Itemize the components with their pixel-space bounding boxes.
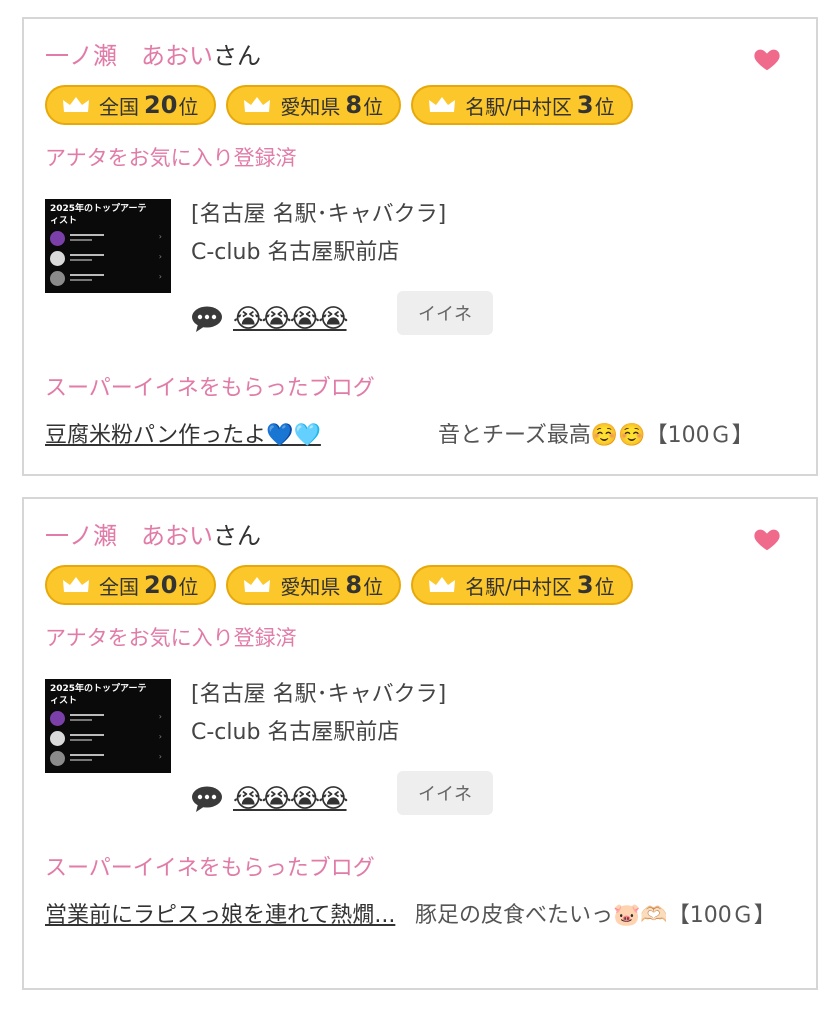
girl-card: 一ノ瀬 あおいさん 全国 20 位 愛知県 8 位 名駅/中村区 3 位 アナタ… xyxy=(22,497,818,990)
thumbnail-row: › xyxy=(50,731,166,747)
thumbnail-title: 2025年のトップアーティスト xyxy=(50,204,147,226)
girl-name-line: 一ノ瀬 あおいさん xyxy=(45,41,261,71)
thumbnail-row: › xyxy=(50,251,166,267)
rank-suffix: 位 xyxy=(594,574,615,599)
reaction-row: 😭😭😭😭 xyxy=(191,299,349,339)
girl-card: 一ノ瀬 あおいさん 全国 20 位 愛知県 8 位 名駅/中村区 3 位 アナタ… xyxy=(22,17,818,476)
reaction-emojis[interactable]: 😭😭😭😭 xyxy=(233,784,349,814)
girl-name-line: 一ノ瀬 あおいさん xyxy=(45,521,261,551)
ranking-badges: 全国 20 位 愛知県 8 位 名駅/中村区 3 位 xyxy=(45,565,633,605)
crown-icon xyxy=(63,577,89,592)
super-like-label: スーパーイイネをもらったブログ xyxy=(45,376,375,401)
rank-number: 20 xyxy=(144,571,178,599)
blog-title-link[interactable]: 豆腐米粉パン作ったよ💙🩵 xyxy=(45,419,321,453)
post-thumbnail[interactable]: 2025年のトップアーティスト › › › xyxy=(45,679,171,773)
girl-name[interactable]: 一ノ瀬 あおい xyxy=(45,522,213,550)
blog-comment: 豚足の皮食べたいっ🐷🫶🏻【100Ｇ】 xyxy=(415,903,776,928)
rank-number: 3 xyxy=(576,91,594,119)
blog-comment: 音とチーズ最高☺️☺️【100Ｇ】 xyxy=(438,423,754,448)
rank-number: 8 xyxy=(345,91,363,119)
honorific: さん xyxy=(213,522,261,550)
reaction-emojis[interactable]: 😭😭😭😭 xyxy=(233,304,349,334)
rank-badge-prefecture[interactable]: 愛知県 8 位 xyxy=(226,85,402,125)
thumbnail-title: 2025年のトップアーティスト xyxy=(50,684,147,706)
rank-badge-national[interactable]: 全国 20 位 xyxy=(45,85,217,125)
super-like-label: スーパーイイネをもらったブログ xyxy=(45,856,375,881)
speech-bubble-icon xyxy=(192,786,222,812)
rank-number: 8 xyxy=(345,571,363,599)
ranking-badges: 全国 20 位 愛知県 8 位 名駅/中村区 3 位 xyxy=(45,85,633,125)
rank-suffix: 位 xyxy=(178,94,199,119)
crown-icon xyxy=(244,577,271,592)
rank-suffix: 位 xyxy=(594,94,615,119)
thumbnail-row: › xyxy=(50,751,166,767)
rank-prefix: 愛知県 xyxy=(280,94,341,119)
heart-icon[interactable] xyxy=(752,44,782,74)
favorite-status: アナタをお気に入り登録済 xyxy=(45,626,297,650)
shop-name-link[interactable]: C-club 名古屋駅前店 xyxy=(191,718,399,748)
girl-name[interactable]: 一ノ瀬 あおい xyxy=(45,42,213,70)
crown-icon xyxy=(244,97,271,112)
rank-badge-area[interactable]: 名駅/中村区 3 位 xyxy=(411,85,633,125)
rank-prefix: 全国 xyxy=(99,574,139,599)
thumbnail-row: › xyxy=(50,711,166,727)
like-button[interactable]: イイネ xyxy=(397,771,493,815)
rank-number: 3 xyxy=(576,571,594,599)
rank-badge-national[interactable]: 全国 20 位 xyxy=(45,565,217,605)
shop-area: [名古屋 名駅･キャバクラ] xyxy=(191,682,447,707)
rank-suffix: 位 xyxy=(363,574,384,599)
rank-suffix: 位 xyxy=(363,94,384,119)
rank-prefix: 名駅/中村区 xyxy=(465,574,572,599)
shop-name-link[interactable]: C-club 名古屋駅前店 xyxy=(191,238,399,268)
blog-title-link[interactable]: 営業前にラピスっ娘を連れて熱燗... xyxy=(45,899,401,933)
rank-prefix: 全国 xyxy=(99,94,139,119)
rank-badge-area[interactable]: 名駅/中村区 3 位 xyxy=(411,565,633,605)
honorific: さん xyxy=(213,42,261,70)
thumbnail-row: › xyxy=(50,271,166,287)
shop-area: [名古屋 名駅･キャバクラ] xyxy=(191,202,447,227)
like-button[interactable]: イイネ xyxy=(397,291,493,335)
heart-icon[interactable] xyxy=(752,524,782,554)
reaction-row: 😭😭😭😭 xyxy=(191,779,349,819)
rank-prefix: 愛知県 xyxy=(280,574,341,599)
crown-icon xyxy=(429,577,456,592)
rank-number: 20 xyxy=(144,91,178,119)
speech-bubble-icon xyxy=(192,306,222,332)
post-thumbnail[interactable]: 2025年のトップアーティスト › › › xyxy=(45,199,171,293)
crown-icon xyxy=(63,97,89,112)
rank-badge-prefecture[interactable]: 愛知県 8 位 xyxy=(226,565,402,605)
rank-prefix: 名駅/中村区 xyxy=(465,94,572,119)
rank-suffix: 位 xyxy=(178,574,199,599)
thumbnail-row: › xyxy=(50,231,166,247)
crown-icon xyxy=(429,97,456,112)
favorite-status: アナタをお気に入り登録済 xyxy=(45,146,297,170)
